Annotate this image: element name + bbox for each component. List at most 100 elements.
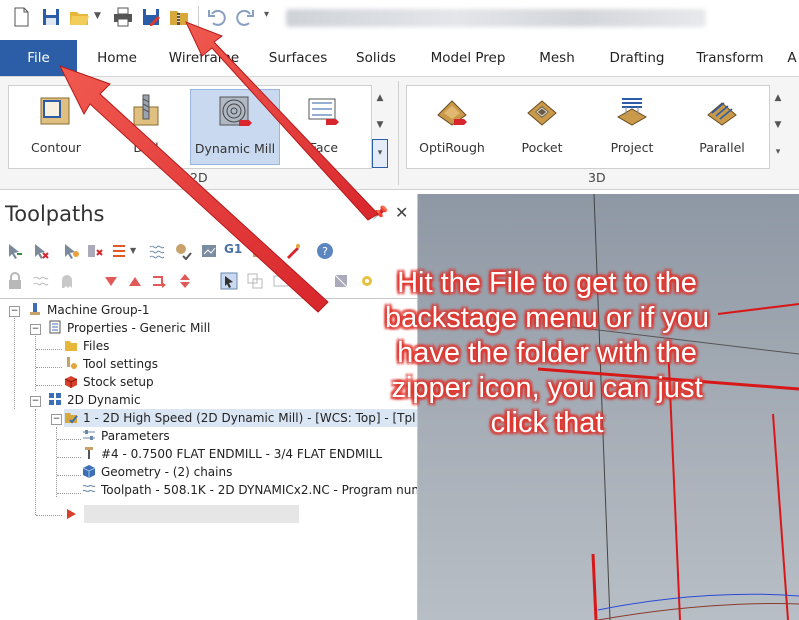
simulate-icon[interactable] (148, 242, 166, 260)
stock-edge (591, 553, 598, 620)
save-icon[interactable] (40, 6, 62, 28)
regenerate-selected-icon[interactable] (62, 242, 80, 260)
expand-collapse-icon[interactable] (176, 272, 194, 290)
move-down-icon[interactable] (102, 272, 120, 290)
display-options-icon[interactable] (272, 272, 290, 290)
collapse-icon[interactable]: − (51, 414, 62, 425)
tree-node-geometry[interactable]: Geometry - (2) chains (82, 463, 232, 481)
parallel-button[interactable]: Parallel (678, 89, 766, 163)
node-label: Tool settings (83, 357, 158, 371)
gallery-expand-icon[interactable]: ▾ (372, 139, 388, 168)
tab-surfaces[interactable]: Surfaces (262, 40, 334, 76)
collapse-icon[interactable]: − (30, 396, 41, 407)
stock-model-icon[interactable] (332, 272, 350, 290)
geometry-icon (82, 465, 96, 478)
node-label: Parameters (101, 429, 170, 443)
tree-guide (57, 475, 81, 476)
tab-wireframe[interactable]: Wireframe (163, 40, 245, 76)
lock-icon[interactable] (6, 272, 24, 290)
tree-node-toolpath[interactable]: Toolpath - 508.1K - 2D DYNAMICx2.NC - Pr… (82, 481, 417, 499)
ghost-icon[interactable] (58, 272, 76, 290)
tree-node-files[interactable]: Files (64, 337, 109, 355)
tab-drafting[interactable]: Drafting (602, 40, 672, 76)
select-all-icon[interactable] (6, 242, 24, 260)
tree-node-properties[interactable]: Properties - Generic Mill (48, 319, 210, 337)
group-grid-icon (49, 393, 61, 405)
reorder-icon[interactable] (110, 242, 128, 260)
collapse-icon[interactable]: − (30, 324, 41, 335)
stock-icon (64, 376, 78, 388)
gallery-scroll-3d[interactable]: ▲ ▼ ▾ (770, 85, 786, 167)
tab-mesh[interactable]: Mesh (532, 40, 582, 76)
group-icon[interactable] (246, 272, 264, 290)
gallery-down-icon[interactable]: ▼ (770, 112, 786, 139)
tree-node-2d-dynamic[interactable]: 2D Dynamic (48, 391, 141, 409)
tab-file[interactable]: File (0, 40, 77, 76)
dropdown-icon[interactable]: ▼ (130, 246, 136, 255)
tree-node-parameters[interactable]: Parameters (82, 427, 170, 445)
print-icon[interactable] (112, 6, 134, 28)
tree-node-tool-settings[interactable]: Tool settings (64, 355, 158, 373)
move-up-icon[interactable] (126, 272, 144, 290)
gallery-up-icon[interactable]: ▲ (372, 85, 388, 112)
dynamic-mill-button[interactable]: Dynamic Mill (190, 89, 280, 165)
quick-access-toolbar: ▼ ▾ (0, 0, 799, 38)
folder-icon (65, 341, 77, 351)
tab-model-prep[interactable]: Model Prep (422, 40, 514, 76)
backplot-icon[interactable] (200, 242, 218, 260)
new-file-icon[interactable] (10, 6, 32, 28)
insert-arrow-marker (64, 506, 83, 524)
drill-label: Drill (133, 140, 159, 155)
pocket-button[interactable]: Pocket (498, 89, 586, 163)
dropdown-icon[interactable]: ▼ (294, 276, 300, 285)
tab-home[interactable]: Home (86, 40, 148, 76)
dynamic-mill-label: Dynamic Mill (194, 141, 276, 156)
post-selected-icon[interactable] (250, 242, 268, 260)
gallery-scroll-2d[interactable]: ▲ ▼ ▾ (372, 85, 388, 168)
gallery-down-icon[interactable]: ▼ (372, 112, 388, 139)
help-icon[interactable]: ? (316, 242, 334, 260)
close-icon[interactable]: ✕ (395, 203, 408, 222)
face-button[interactable]: Face (280, 89, 368, 163)
collapse-icon[interactable]: − (9, 306, 20, 317)
open-folder-icon[interactable] (68, 6, 90, 28)
node-label: Files (83, 339, 110, 353)
verify-icon[interactable] (174, 242, 192, 260)
deselect-all-icon[interactable] (32, 242, 50, 260)
tree-node-tool[interactable]: #4 - 0.7500 FLAT ENDMILL - 3/4 FLAT ENDM… (82, 445, 382, 463)
redo-icon[interactable] (234, 6, 256, 28)
undo-icon[interactable] (206, 6, 228, 28)
select-toolpath-icon[interactable] (220, 272, 238, 290)
tree-guide (35, 331, 36, 391)
tree-guide (36, 367, 62, 368)
machine-icon (30, 303, 40, 315)
contour-button[interactable]: Contour (12, 89, 100, 163)
insert-arrow-icon[interactable] (150, 272, 168, 290)
project-button[interactable]: Project (588, 89, 676, 163)
tab-more[interactable]: A (784, 40, 799, 76)
highfeed-icon[interactable] (284, 242, 302, 260)
group-label-2d: 2D (190, 170, 208, 185)
tab-transform[interactable]: Transform (690, 40, 770, 76)
drill-button[interactable]: Drill (102, 89, 190, 163)
drill-icon (133, 94, 159, 126)
face-label: Face (309, 140, 339, 155)
optirough-button[interactable]: OptiRough (408, 89, 496, 163)
regenerate-dirty-icon[interactable] (86, 242, 104, 260)
tree-guide (35, 409, 36, 515)
tree-node-stock-setup[interactable]: Stock setup (64, 373, 154, 391)
properties-icon (49, 320, 61, 334)
save-as-icon[interactable] (140, 6, 162, 28)
g1-post-icon[interactable]: G1 (224, 242, 242, 256)
tree-guide (36, 515, 62, 516)
gallery-up-icon[interactable]: ▲ (770, 85, 786, 112)
pin-icon[interactable]: 📌 (372, 206, 388, 221)
open-dropdown-icon[interactable]: ▼ (94, 11, 101, 21)
tree-node-machine-group[interactable]: Machine Group-1 (28, 301, 150, 319)
gallery-expand-icon[interactable]: ▾ (770, 139, 786, 166)
zip-folder-icon[interactable] (168, 6, 190, 28)
tab-solids[interactable]: Solids (348, 40, 404, 76)
stock-edge (772, 413, 789, 620)
toggle-display-icon[interactable] (32, 272, 50, 290)
customize-toolbar-icon[interactable]: ▾ (264, 9, 269, 20)
